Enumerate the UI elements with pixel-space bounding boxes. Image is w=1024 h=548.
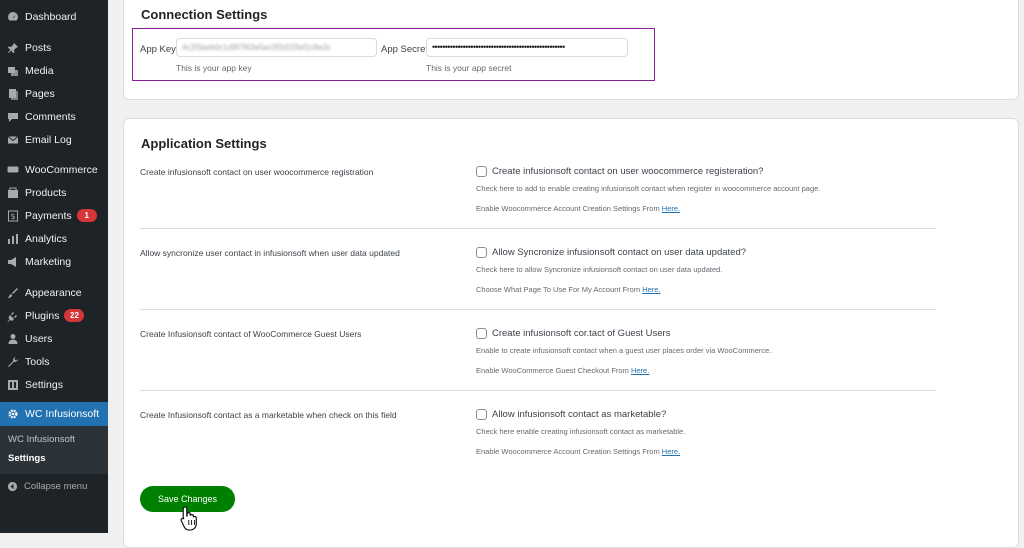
- wrench-icon: [7, 356, 19, 368]
- marketable-help: Check here enable creating infusionsoft …: [476, 427, 686, 436]
- menu-media[interactable]: Media: [0, 59, 108, 82]
- menu-posts[interactable]: Posts: [0, 36, 108, 59]
- plugin-icon: [7, 310, 19, 322]
- menu-woocommerce[interactable]: WooCommerce: [0, 158, 108, 181]
- menu-label: Appearance: [25, 286, 82, 299]
- woocommerce-icon: [7, 164, 19, 176]
- marketable-checkbox-label[interactable]: Allow infusionsoft contact as marketable…: [492, 409, 666, 420]
- setting-label-marketable: Create Infusionsoft contact as a marketa…: [140, 410, 397, 420]
- setting-label-sync: Allow syncronize user contact in infusio…: [140, 248, 400, 258]
- app-secret-hint: This is your app secret: [426, 63, 512, 73]
- menu-users[interactable]: Users: [0, 327, 108, 350]
- menu-label: Products: [25, 186, 67, 199]
- row-divider: [140, 228, 936, 229]
- connection-settings-title: Connection Settings: [141, 7, 268, 22]
- menu-label: Plugins: [25, 309, 60, 322]
- app-key-label: App Key: [140, 44, 176, 55]
- menu-wc-infusionsoft[interactable]: WC Infusionsoft: [0, 402, 108, 426]
- sync-here-link[interactable]: Here.: [642, 285, 660, 294]
- products-icon: [7, 187, 19, 199]
- brush-icon: [7, 287, 19, 299]
- app-secret-value: ••••••••••••••••••••••••••••••••••••••••…: [432, 42, 565, 52]
- menu-marketing[interactable]: Marketing: [0, 250, 108, 273]
- menu-payments[interactable]: $ Payments 1: [0, 204, 108, 227]
- guest-here-link[interactable]: Here.: [631, 366, 649, 375]
- marketable-here-link[interactable]: Here.: [662, 447, 680, 456]
- gear-icon: [7, 408, 19, 420]
- sync-help: Check here to allow Syncronize infusions…: [476, 265, 723, 274]
- app-secret-label: App Secret: [381, 44, 428, 55]
- menu-label: Email Log: [25, 133, 72, 146]
- menu-comments[interactable]: Comments: [0, 105, 108, 128]
- menu-label: WC Infusionsoft: [25, 408, 100, 420]
- dashboard-icon: [7, 11, 19, 23]
- sync-link-line: Choose What Page To Use For My Account F…: [476, 285, 661, 294]
- menu-label: Dashboard: [25, 10, 77, 23]
- app-secret-input[interactable]: ••••••••••••••••••••••••••••••••••••••••…: [426, 38, 628, 57]
- guest-checkbox[interactable]: [476, 328, 487, 339]
- marketable-link-line: Enable Woocommerce Account Creation Sett…: [476, 447, 681, 456]
- registration-here-link[interactable]: Here.: [662, 204, 680, 213]
- menu-pages[interactable]: Pages: [0, 82, 108, 105]
- settings-icon: [7, 379, 19, 391]
- collapse-menu-button[interactable]: Collapse menu: [0, 476, 108, 496]
- pin-icon: [7, 42, 19, 54]
- row-divider: [140, 390, 936, 391]
- app-key-hint: This is your app key: [176, 63, 252, 73]
- submenu-wc-infusionsoft[interactable]: WC Infusionsoft: [8, 434, 75, 445]
- application-settings-title: Application Settings: [141, 136, 267, 151]
- payments-badge: 1: [76, 209, 97, 222]
- guest-checkbox-label[interactable]: Create infusionsoft cor.tact of Guest Us…: [492, 328, 670, 339]
- menu-label: Media: [25, 64, 54, 77]
- collapse-label: Collapse menu: [24, 480, 88, 492]
- payments-icon: $: [7, 210, 19, 222]
- registration-link-line: Enable Woocommerce Account Creation Sett…: [476, 204, 681, 213]
- menu-label: WooCommerce: [25, 163, 98, 176]
- analytics-icon: [7, 233, 19, 245]
- admin-sidebar: Dashboard Posts Media Pages Comments Ema…: [0, 0, 108, 533]
- guest-help: Enable to create infusionsoft contact wh…: [476, 346, 772, 355]
- row-divider: [140, 309, 936, 310]
- setting-label-guest: Create Infusionsoft contact of WooCommer…: [140, 329, 362, 339]
- media-icon: [7, 65, 19, 77]
- menu-appearance[interactable]: Appearance: [0, 281, 108, 304]
- menu-email-log[interactable]: Email Log: [0, 128, 108, 151]
- marketable-checkbox[interactable]: [476, 409, 487, 420]
- collapse-icon: [7, 481, 18, 492]
- registration-checkbox-label[interactable]: Create infusionsoft contact on user wooc…: [492, 166, 763, 177]
- menu-plugins[interactable]: Plugins 22: [0, 304, 108, 327]
- menu-label: Posts: [25, 41, 52, 54]
- megaphone-icon: [7, 256, 19, 268]
- sync-checkbox[interactable]: [476, 247, 487, 258]
- comment-icon: [7, 111, 19, 123]
- app-key-input[interactable]: 4c2f3aeb0c1d9f7f63e5ac0f2d1f3ef1c8a3c: [176, 38, 377, 57]
- menu-label: Users: [25, 332, 53, 345]
- menu-label: Comments: [25, 110, 76, 123]
- menu-products[interactable]: Products: [0, 181, 108, 204]
- menu-tools[interactable]: Tools: [0, 350, 108, 373]
- menu-label: Settings: [25, 378, 63, 391]
- setting-label-registration: Create infusionsoft contact on user wooc…: [140, 167, 374, 177]
- wc-infusionsoft-submenu: WC Infusionsoft Settings: [0, 426, 108, 474]
- menu-label: Pages: [25, 87, 55, 100]
- menu-analytics[interactable]: Analytics: [0, 227, 108, 250]
- registration-help: Check here to add to enable creating inf…: [476, 184, 821, 193]
- sync-checkbox-label[interactable]: Allow Syncronize infusionsoft contact on…: [492, 247, 746, 258]
- menu-label: Payments: [25, 209, 72, 222]
- plugins-badge: 22: [64, 309, 85, 322]
- svg-text:$: $: [10, 212, 15, 221]
- app-key-value: 4c2f3aeb0c1d9f7f63e5ac0f2d1f3ef1c8a3c: [182, 43, 332, 52]
- hand-pointer-icon: [180, 506, 197, 531]
- registration-checkbox[interactable]: [476, 166, 487, 177]
- menu-label: Marketing: [25, 255, 72, 268]
- menu-label: Analytics: [25, 232, 68, 245]
- users-icon: [7, 333, 19, 345]
- pages-icon: [7, 88, 19, 100]
- menu-label: Tools: [25, 355, 50, 368]
- email-icon: [7, 134, 19, 146]
- menu-dashboard[interactable]: Dashboard: [0, 5, 108, 28]
- menu-settings[interactable]: Settings: [0, 373, 108, 396]
- guest-link-line: Enable WooCommerce Guest Checkout From H…: [476, 366, 650, 375]
- submenu-settings[interactable]: Settings: [8, 453, 45, 464]
